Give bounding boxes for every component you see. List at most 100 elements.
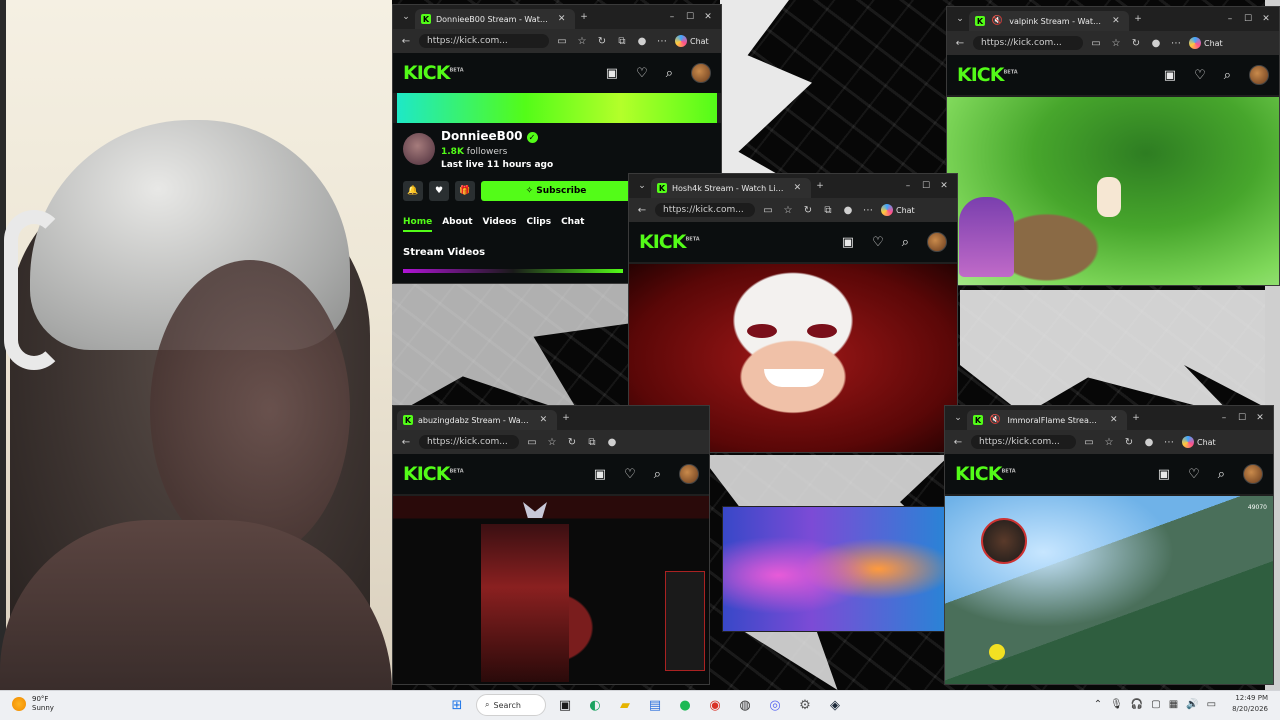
video-thumbnail-strip[interactable] [403,269,623,273]
kick-logo[interactable]: KICKBETA [957,64,1018,86]
search-icon[interactable]: ⌕ [666,66,673,81]
tab-list-icon[interactable]: ⌄ [951,10,969,28]
browser-tab[interactable]: K Hosh4k Stream - Watch Live on K ✕ [651,178,811,198]
close-window-icon[interactable]: ✕ [1257,10,1275,28]
avatar[interactable] [1243,464,1263,484]
tab-list-icon[interactable]: ⌄ [949,409,967,427]
kick-logo[interactable]: KICKBETA [403,463,464,485]
library-icon[interactable]: ▣ [606,66,618,81]
more-icon[interactable]: ⋯ [1169,38,1183,49]
tab-videos[interactable]: Videos [483,217,517,232]
copilot-chat-button[interactable]: Chat [881,204,915,216]
browser-tab[interactable]: K abuzingdabz Stream - Watch Live ✕ [397,410,557,430]
refresh-icon[interactable]: ↻ [595,36,609,47]
extensions-icon[interactable]: ⧉ [585,437,599,448]
channel-avatar[interactable] [403,133,435,165]
back-icon[interactable]: ← [951,437,965,448]
copilot-chat-button[interactable]: Chat [675,35,709,47]
avatar[interactable] [679,464,699,484]
url-field[interactable]: https://kick.com... [973,36,1083,50]
maximize-icon[interactable]: ☐ [681,8,699,26]
refresh-icon[interactable]: ↻ [565,437,579,448]
heart-icon[interactable]: ♡ [636,66,648,81]
profile-icon[interactable]: ● [1142,437,1156,448]
close-tab-icon[interactable]: ✕ [554,10,569,28]
more-icon[interactable]: ⋯ [861,205,875,216]
browser-tab[interactable]: K 🔇 ImmoralFlame Stream - Watc ✕ [967,410,1127,430]
library-icon[interactable]: ▣ [1158,467,1170,482]
close-tab-icon[interactable]: ✕ [790,179,805,197]
title-bar[interactable]: ⌄ K 🔇 ImmoralFlame Stream - Watc ✕ + – ☐… [945,406,1273,430]
tab-home[interactable]: Home [403,217,433,232]
chrome-icon[interactable]: ◉ [704,694,726,716]
close-window-icon[interactable]: ✕ [935,177,953,195]
windows-start-icon[interactable]: ⊞ [446,694,468,716]
muted-speaker-icon[interactable]: 🔇 [988,411,1002,429]
search-icon[interactable]: ⌕ [1218,467,1225,482]
obs-icon[interactable]: ◍ [734,694,756,716]
file-explorer-icon[interactable]: ▰ [614,694,636,716]
minimize-icon[interactable]: – [663,8,681,26]
heart-icon[interactable]: ♡ [872,235,884,250]
sticky-notes-icon[interactable]: ▢ [1151,699,1160,710]
bell-icon[interactable]: 🔔 [403,181,423,201]
taskbar-search[interactable]: ⌕ Search [476,694,546,716]
profile-icon[interactable]: ● [841,205,855,216]
tab-list-icon[interactable]: ⌄ [633,177,651,195]
reader-icon[interactable]: ▭ [555,36,569,47]
profile-icon[interactable]: ● [635,36,649,47]
volume-icon[interactable]: 🔊 [1186,699,1198,710]
gift-icon[interactable]: 🎁 [455,181,475,201]
stream-video-player[interactable]: 49070 [945,496,1273,684]
reader-icon[interactable]: ▭ [1089,38,1103,49]
headset-icon[interactable]: 🎧 [1131,699,1143,710]
close-window-icon[interactable]: ✕ [1251,409,1269,427]
back-icon[interactable]: ← [953,38,967,49]
heart-icon[interactable]: ♡ [1188,467,1200,482]
extensions-icon[interactable]: ⧉ [821,205,835,216]
minimize-icon[interactable]: – [899,177,917,195]
tab-chat[interactable]: Chat [561,217,584,232]
title-bar[interactable]: ⌄ K 🔇 valpink Stream - Watch Live o ✕ + … [947,7,1279,31]
favorite-star-icon[interactable]: ☆ [575,36,589,47]
library-icon[interactable]: ▣ [842,235,854,250]
new-tab-icon[interactable]: + [575,8,593,26]
search-icon[interactable]: ⌕ [1224,68,1231,83]
kick-logo[interactable]: KICKBETA [955,463,1016,485]
microphone-icon[interactable]: 🎙 [1110,699,1123,710]
stream-video-player[interactable] [393,496,709,684]
tab-clips[interactable]: Clips [527,217,552,232]
url-field[interactable]: https://kick.com... [655,203,755,217]
more-icon[interactable]: ⋯ [1162,437,1176,448]
favorite-star-icon[interactable]: ☆ [545,437,559,448]
reader-icon[interactable]: ▭ [1082,437,1096,448]
maximize-icon[interactable]: ☐ [1233,409,1251,427]
copilot-chat-button[interactable]: Chat [1189,37,1223,49]
heart-icon[interactable]: ♡ [624,467,636,482]
library-icon[interactable]: ▣ [594,467,606,482]
browser-tab[interactable]: K DonnieeB00 Stream - Watch Live o ✕ [415,9,575,29]
browser-window-immoral[interactable]: ⌄ K 🔇 ImmoralFlame Stream - Watc ✕ + – ☐… [944,405,1274,685]
browser-tab[interactable]: K 🔇 valpink Stream - Watch Live o ✕ [969,11,1129,31]
browser-window-abuzing[interactable]: K abuzingdabz Stream - Watch Live ✕ + ← … [392,405,710,685]
url-field[interactable]: https://kick.com... [419,435,519,449]
back-icon[interactable]: ← [635,205,649,216]
avatar[interactable] [927,232,947,252]
maximize-icon[interactable]: ☐ [1239,10,1257,28]
close-tab-icon[interactable]: ✕ [536,411,551,429]
kick-logo[interactable]: KICKBETA [639,231,700,253]
maximize-icon[interactable]: ☐ [917,177,935,195]
settings-icon[interactable]: ⚙ [794,694,816,716]
favorite-star-icon[interactable]: ☆ [1102,437,1116,448]
edge-icon[interactable]: ◐ [584,694,606,716]
back-icon[interactable]: ← [399,437,413,448]
spotify-icon[interactable]: ● [674,694,696,716]
minimize-icon[interactable]: – [1215,409,1233,427]
heart-button[interactable]: ♥ [429,181,449,201]
close-tab-icon[interactable]: ✕ [1107,411,1121,429]
url-field[interactable]: https://kick.com... [971,435,1076,449]
favorite-star-icon[interactable]: ☆ [1109,38,1123,49]
favorite-star-icon[interactable]: ☆ [781,205,795,216]
clock[interactable]: 12:49 PM 8/20/2026 [1232,693,1268,715]
avatar[interactable] [1249,65,1269,85]
